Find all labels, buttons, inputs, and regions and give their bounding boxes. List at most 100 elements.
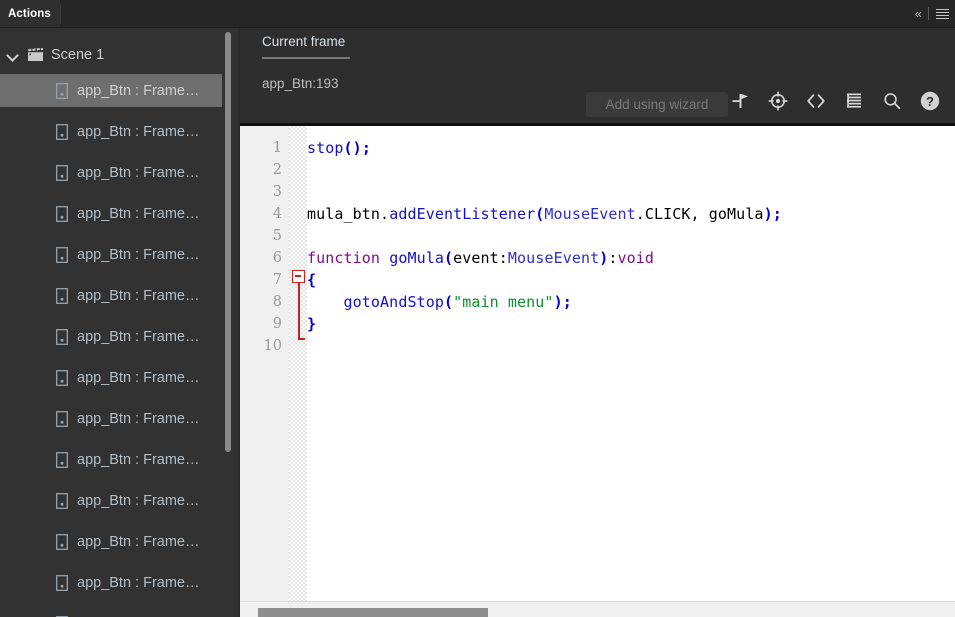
code-line[interactable]: 9} (240, 313, 955, 335)
script-frame-icon (56, 123, 68, 140)
sidebar-item-label: app_Btn : Frame… (77, 246, 200, 263)
tab-current-frame[interactable]: Current frame (262, 34, 345, 49)
search-icon[interactable] (881, 90, 903, 116)
sidebar-item-label: app_Btn : Frame… (77, 410, 200, 427)
code-editor[interactable]: 1 stop(); 2 3 4 mula_btn.addEventListener(Mou… (240, 123, 955, 617)
tab-current-frame-underline (262, 57, 350, 59)
code-line[interactable]: 3 (240, 181, 955, 203)
code-line[interactable]: 7{ (240, 269, 955, 291)
script-frame-icon (56, 246, 68, 263)
code-line[interactable]: 1 stop(); (240, 137, 955, 159)
sidebar-item-script[interactable]: app_Btn : Frame… (0, 402, 222, 435)
current-frame-label: app_Btn:193 (262, 76, 339, 91)
code-line[interactable]: 4 mula_btn.addEventListener(MouseEvent.CL… (240, 203, 955, 225)
fold-collapse-icon[interactable] (292, 270, 305, 283)
actions-panel-window: Actions « Scene 1 app_Btn: Frame… app_B… (0, 0, 955, 617)
film-slate-icon (27, 47, 44, 62)
sidebar-item-script[interactable]: app_Btn : Frame… (0, 115, 222, 148)
editor-horizontal-scrollbar[interactable] (240, 601, 955, 617)
sidebar-item-label: app_Btn : Frame… (77, 369, 200, 386)
sidebar-item-label: app_Btn : Frame… (77, 492, 200, 509)
sidebar-item-label: app_Btn : Frame… (77, 123, 200, 140)
double-chevron-left-icon[interactable]: « (915, 7, 922, 20)
line-number: 9 (272, 316, 282, 332)
sidebar-scrollbar-thumb[interactable] (225, 32, 231, 452)
code-line[interactable]: 10 (240, 335, 955, 357)
svg-text:?: ? (926, 94, 934, 109)
format-lines-icon[interactable] (843, 90, 865, 116)
code-line-text[interactable]: gotoAndStop("main menu"); (307, 293, 572, 311)
tab-actions-label: Actions (8, 7, 51, 20)
sidebar-item-script[interactable]: app_Btn : Frame… (0, 156, 222, 189)
script-frame-icon (56, 328, 68, 345)
sidebar-item-script[interactable]: app_Btn : Frame… (0, 279, 222, 312)
window-titlebar: Actions « (0, 0, 955, 28)
code-line-text[interactable]: mula_btn.addEventListener(MouseEvent.CLI… (307, 205, 782, 223)
script-frame-icon (56, 369, 68, 386)
pin-script-icon[interactable] (729, 90, 751, 116)
fold-range-line (298, 283, 300, 338)
sidebar-item-script[interactable]: app_Btn : Frame… (0, 361, 222, 394)
code-lines[interactable]: 1 stop(); 2 3 4 mula_btn.addEventListener(Mou… (240, 126, 955, 617)
script-frame-icon (56, 574, 68, 591)
sidebar-scene-label: Scene 1 (51, 47, 105, 63)
titlebar-controls: « (915, 0, 949, 27)
sidebar-item-script[interactable]: app_Btn : Frame… (0, 197, 222, 230)
code-line-text[interactable]: function goMula(event:MouseEvent):void (307, 249, 654, 267)
add-using-wizard-label: Add using wizard (605, 97, 709, 112)
sidebar-item-script[interactable]: app_Btn : Frame… (0, 74, 222, 107)
code-brackets-icon[interactable] (805, 90, 827, 116)
sidebar-item-script[interactable]: app_Btn : Frame… (0, 238, 222, 271)
titlebar-divider (60, 4, 61, 24)
script-editor-panel: Current frame app_Btn:193 Add using wiza… (240, 28, 955, 617)
sidebar-item-label: app_Btn : Frame… (77, 205, 200, 222)
line-number: 4 (272, 206, 282, 222)
sidebar-item-label: app_Btn : Frame… (77, 533, 200, 550)
line-number: 2 (272, 162, 282, 178)
line-number: 3 (272, 184, 282, 200)
script-navigator-sidebar[interactable]: Scene 1 app_Btn : Frame… app_Btn : Frame…… (0, 28, 240, 617)
sidebar-item-script[interactable]: app_Btn : Frame… (0, 525, 222, 558)
script-frame-icon (56, 205, 68, 222)
line-number: 5 (272, 228, 282, 244)
help-icon[interactable]: ? (919, 90, 941, 116)
code-line[interactable]: 2 (240, 159, 955, 181)
code-line[interactable]: 6 function goMula(event:MouseEvent):void (240, 247, 955, 269)
tab-actions[interactable]: Actions (0, 0, 60, 27)
script-frame-icon (56, 451, 68, 468)
sidebar-item-script[interactable]: app_Btn : Frame… (0, 443, 222, 476)
sidebar-item-script[interactable]: app_Btn : Frame… (0, 320, 222, 353)
script-frame-icon (56, 492, 68, 509)
script-frame-icon (56, 533, 68, 550)
sidebar-scene-row[interactable]: Scene 1 (0, 40, 222, 70)
sidebar-item-script[interactable]: app_Btn : Frame… (0, 484, 222, 517)
sidebar-item-label: app_Btn : Frame… (77, 451, 200, 468)
sidebar-item-script[interactable]: app_Btn : Frame… (0, 607, 222, 617)
code-line-text[interactable]: } (307, 315, 316, 333)
line-number: 10 (263, 338, 282, 354)
line-number: 7 (272, 272, 282, 288)
sidebar-scrollbar-track[interactable] (223, 28, 237, 617)
editor-hscroll-thumb[interactable] (258, 608, 488, 617)
script-frame-icon (56, 410, 68, 427)
target-crosshair-icon[interactable] (767, 90, 789, 116)
titlebar-control-divider (928, 7, 929, 20)
editor-tab-row: Current frame (240, 28, 955, 64)
line-number: 6 (272, 250, 282, 266)
fold-range-foot (298, 338, 305, 340)
code-line[interactable]: 8 gotoAndStop("main menu"); (240, 291, 955, 313)
chevron-down-icon[interactable] (6, 48, 20, 62)
script-frame-icon (56, 287, 68, 304)
code-line-text[interactable]: stop(); (307, 139, 371, 157)
script-frame-icon (56, 82, 68, 99)
sidebar-item-label: app_Btn : Frame… (77, 328, 200, 345)
code-line[interactable]: 5 (240, 225, 955, 247)
sidebar-item-label: app_Btn : Frame… (77, 164, 200, 181)
code-line-text[interactable]: { (307, 271, 316, 289)
editor-toolbar: app_Btn:193 Add using wizard ? (240, 64, 955, 123)
sidebar-item-label: app_Btn : Frame… (77, 287, 200, 304)
script-frame-icon (56, 164, 68, 181)
add-using-wizard-button[interactable]: Add using wizard (586, 92, 728, 117)
sidebar-item-script[interactable]: app_Btn : Frame… (0, 566, 222, 599)
hamburger-menu-icon[interactable] (936, 8, 949, 19)
